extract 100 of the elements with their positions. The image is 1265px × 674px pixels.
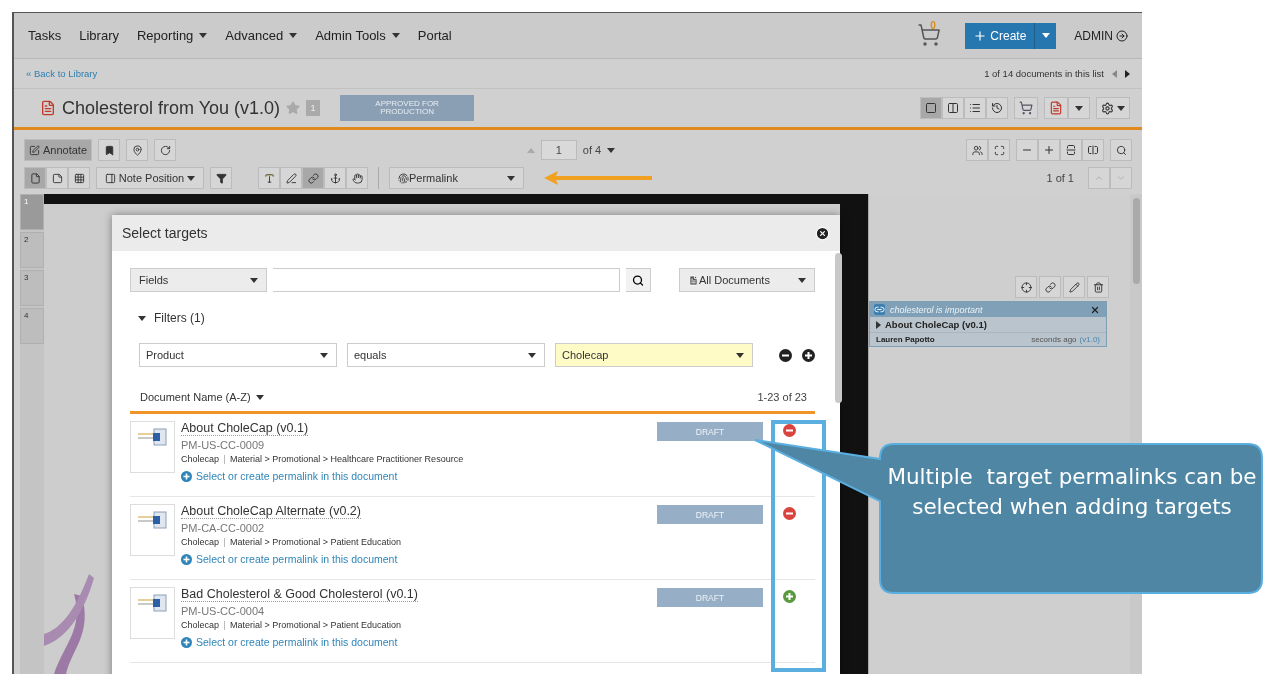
- settings-button[interactable]: [1096, 97, 1130, 119]
- view-mode-button[interactable]: [986, 97, 1008, 119]
- document-name-link[interactable]: About CholeCap (v0.1): [181, 421, 309, 436]
- nav-menu-item[interactable]: Tasks: [28, 28, 62, 43]
- layout-button[interactable]: [68, 167, 90, 189]
- caret-icon: [250, 277, 258, 283]
- filter-field-select[interactable]: Product: [139, 343, 337, 367]
- status-label: DRAFT: [657, 422, 763, 441]
- user-menu[interactable]: ADMIN: [1074, 28, 1128, 43]
- single-view-icon: [925, 102, 937, 114]
- page-total-text: of 4: [582, 144, 602, 156]
- expand-icon[interactable]: [876, 320, 881, 329]
- create-button[interactable]: Create: [965, 22, 1035, 49]
- split-view-icon: [947, 102, 959, 114]
- nav-menu-item[interactable]: Advanced: [225, 28, 298, 43]
- add-to-cart-button[interactable]: [1014, 97, 1038, 119]
- pdf-icon: [40, 100, 56, 116]
- panel-icon: [105, 172, 116, 184]
- filter-button[interactable]: [210, 167, 232, 189]
- settings-icon: [1101, 101, 1114, 115]
- search-scope-select[interactable]: Fields: [130, 268, 267, 292]
- filter-value-select[interactable]: Cholecap: [555, 343, 753, 367]
- caret-icon: [1117, 105, 1125, 111]
- permalink-select[interactable]: Permalink: [389, 167, 524, 189]
- nav-menu-item[interactable]: Library: [79, 28, 119, 43]
- bookmark-button[interactable]: [98, 139, 121, 161]
- annotation-tool-button[interactable]: [258, 167, 280, 189]
- annotate-button[interactable]: Annotate: [24, 139, 93, 161]
- create-menu-button[interactable]: [1034, 22, 1057, 49]
- cart-icon: [1019, 101, 1033, 115]
- fit-width-icon: [1087, 144, 1099, 156]
- search-icon: [632, 273, 644, 287]
- target-document-link[interactable]: About CholeCap (v0.1): [885, 319, 987, 330]
- filter-operator-select[interactable]: equals: [347, 343, 545, 367]
- caret-icon: [1041, 33, 1050, 38]
- add-icon[interactable]: [782, 590, 796, 603]
- select-permalink-link[interactable]: Select or create permalink in this document: [196, 636, 398, 648]
- document-scope-select[interactable]: All Documents: [679, 268, 815, 292]
- page-number-field[interactable]: 1: [540, 140, 577, 160]
- remove-icon[interactable]: [782, 424, 796, 437]
- nav-menu-item[interactable]: Reporting: [137, 28, 208, 43]
- note-position-select[interactable]: Note Position: [96, 167, 204, 189]
- link-button[interactable]: [1039, 276, 1061, 298]
- fit-height-button[interactable]: [1060, 139, 1082, 161]
- search-field[interactable]: [273, 268, 620, 292]
- document-name-link[interactable]: About CholeCap Alternate (v0.2): [181, 504, 361, 519]
- filters-toggle[interactable]: Filters (1): [138, 311, 205, 325]
- add-circle-icon: [181, 470, 192, 482]
- layout-button[interactable]: [24, 167, 46, 189]
- document-title: Cholesterol from You (v1.0): [62, 97, 281, 119]
- dropdown-button[interactable]: [1068, 97, 1090, 119]
- history-icon: [991, 102, 1003, 114]
- document-name-link[interactable]: Bad Cholesterol & Good Cholesterol (v0.1): [181, 587, 418, 602]
- favorite-star-icon[interactable]: [286, 101, 301, 115]
- pdf-icon: [1049, 101, 1063, 115]
- page-thumbnail[interactable]: 3: [20, 270, 44, 306]
- users-button[interactable]: [966, 139, 988, 161]
- callout-text: Multiple target permalinks can be selected when adding targets: [886, 463, 1258, 521]
- next-icon[interactable]: [1125, 69, 1130, 78]
- document-thumbnail-icon: [137, 428, 168, 446]
- page-menu-icon[interactable]: [607, 147, 616, 153]
- close-icon[interactable]: [815, 225, 830, 241]
- locate-button[interactable]: [1015, 276, 1037, 298]
- page-icon: [29, 172, 41, 184]
- edit-button[interactable]: [1063, 276, 1085, 298]
- view-mode-button[interactable]: [942, 97, 964, 119]
- nav-menu-item[interactable]: Portal: [417, 28, 452, 43]
- fullscreen-button[interactable]: [988, 139, 1010, 161]
- page-thumbnail[interactable]: 4: [20, 308, 44, 344]
- page-thumbnail[interactable]: 2: [20, 232, 44, 268]
- note-list-icon: [51, 172, 63, 184]
- select-permalink-link[interactable]: Select or create permalink in this document: [196, 470, 398, 482]
- annotation-tool-button[interactable]: [346, 167, 368, 189]
- status-label: DRAFT: [657, 505, 763, 524]
- refresh-button[interactable]: [154, 139, 177, 161]
- document-icon: [688, 274, 699, 286]
- zoom-out-button[interactable]: [1016, 139, 1038, 161]
- pdf-download-button[interactable]: [1044, 97, 1068, 119]
- document-thumbnail-icon: [137, 511, 168, 529]
- select-permalink-link[interactable]: Select or create permalink in this document: [196, 553, 398, 565]
- annotation-tool-button[interactable]: [302, 167, 324, 189]
- search-button[interactable]: [626, 268, 651, 292]
- scrollbar-thumb[interactable]: [1132, 198, 1140, 284]
- add-filter-icon[interactable]: [802, 348, 815, 362]
- close-icon[interactable]: [1090, 304, 1100, 315]
- view-mode-button[interactable]: [964, 97, 986, 119]
- remove-filter-icon[interactable]: [779, 348, 792, 362]
- layout-button[interactable]: [46, 167, 68, 189]
- view-mode-button[interactable]: [920, 97, 942, 119]
- scrollbar-thumb[interactable]: [835, 253, 842, 403]
- dialog-title: Select targets: [122, 225, 208, 241]
- annotation-tool-button[interactable]: [324, 167, 346, 189]
- remove-icon[interactable]: [782, 507, 796, 520]
- sort-select[interactable]: Document Name (A-Z): [140, 391, 264, 403]
- fit-width-button[interactable]: [1082, 139, 1104, 161]
- delete-button[interactable]: [1087, 276, 1109, 298]
- document-number: PM-US-CC-0004: [181, 605, 266, 617]
- annotation-tool-button[interactable]: [280, 167, 302, 189]
- nav-menu-item[interactable]: Admin Tools: [315, 28, 400, 43]
- location-pin-button[interactable]: [126, 139, 149, 161]
